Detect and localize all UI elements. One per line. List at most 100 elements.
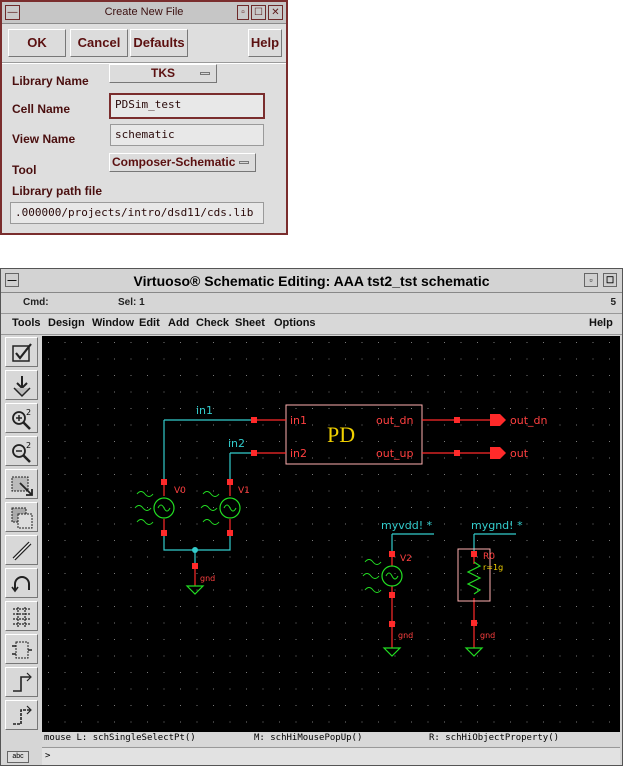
- mouse-right-binding: R: schHiObjectProperty(): [429, 733, 560, 743]
- tool-value: Composer-Schematic: [112, 155, 236, 169]
- gnd-label-0: gnd: [200, 574, 215, 583]
- cell-name-field[interactable]: PDSim_test: [109, 93, 265, 119]
- library-path-label: Library path file: [12, 184, 103, 198]
- descend-tool[interactable]: [5, 370, 38, 400]
- schematic-editor-window: — Virtuoso® Schematic Editing: AAA tst2_…: [0, 268, 623, 766]
- view-name-label: View Name: [12, 132, 76, 146]
- copy-icon: [11, 507, 33, 529]
- command-input[interactable]: >: [42, 747, 620, 765]
- source-v1[interactable]: V1: [200, 486, 250, 525]
- source-v1-label: V1: [238, 486, 250, 496]
- schematic-drawing[interactable]: PD in1 in2 out_dn out_up out_dn out in1 …: [42, 336, 620, 732]
- net-label-mygnd: mygnd! *: [471, 519, 523, 532]
- dialog-title: Create New File: [104, 6, 184, 18]
- pin-in1-label: in1: [290, 414, 307, 427]
- pin-stubs: [163, 419, 490, 648]
- close-icon[interactable]: ✕: [268, 5, 283, 20]
- defaults-button[interactable]: Defaults: [130, 29, 188, 57]
- property-tool[interactable]: [5, 601, 38, 631]
- view-name-field[interactable]: schematic: [110, 124, 264, 146]
- maximize-icon[interactable]: ☐: [603, 273, 617, 287]
- menu-options[interactable]: Options: [274, 317, 316, 329]
- wire-tool[interactable]: [5, 535, 38, 565]
- pin-in2-label: in2: [290, 447, 307, 460]
- out-pin-label: out: [510, 447, 529, 460]
- cancel-button[interactable]: Cancel: [70, 29, 128, 57]
- source-v0-label: V0: [174, 486, 186, 496]
- gnd-label-1: gnd: [398, 631, 413, 640]
- help-button[interactable]: Help: [248, 29, 282, 57]
- library-name-select[interactable]: TKS: [109, 64, 217, 83]
- label-icon: [13, 705, 32, 725]
- tool-label: Tool: [12, 163, 37, 177]
- check-save-tool[interactable]: [5, 337, 38, 367]
- window-menu-icon[interactable]: —: [5, 5, 20, 20]
- wire-icon: [12, 541, 32, 561]
- check-icon: [12, 343, 32, 362]
- menu-sheet[interactable]: Sheet: [235, 317, 265, 329]
- net-label-myvdd: myvdd! *: [381, 519, 433, 532]
- out-dn-pin[interactable]: [490, 414, 506, 426]
- library-name-value: TKS: [151, 66, 175, 80]
- abc-indicator: abc: [7, 751, 29, 763]
- descend-icon: [13, 376, 31, 398]
- source-v0[interactable]: V0: [134, 486, 186, 525]
- mouse-bindings-bar: mouse L: schSingleSelectPt() M: schHiMou…: [42, 732, 620, 746]
- menu-design[interactable]: Design: [48, 317, 85, 329]
- window-pin-icon[interactable]: ▫: [237, 5, 249, 20]
- zoom-in-icon: 2: [12, 408, 31, 430]
- tool-select[interactable]: Composer-Schematic: [109, 153, 256, 172]
- wire-bottom[interactable]: [163, 533, 231, 551]
- gnd-label-2: gnd: [480, 631, 495, 640]
- instance-tool[interactable]: [5, 634, 38, 664]
- source-v2-label: V2: [400, 554, 412, 564]
- cell-name-label: Cell Name: [12, 102, 71, 116]
- resistor-r0[interactable]: R0 r=1g: [457, 548, 503, 602]
- option-menu-icon: [239, 161, 249, 164]
- schematic-canvas[interactable]: PD in1 in2 out_dn out_up out_dn out in1 …: [42, 336, 620, 732]
- menu-check[interactable]: Check: [196, 317, 229, 329]
- svg-text:2: 2: [26, 408, 31, 417]
- zoom-out-icon: 2: [12, 441, 31, 463]
- dialog-title-bar: — Create New File ▫ ☐ ✕: [2, 2, 286, 24]
- window-menu-icon[interactable]: —: [5, 273, 19, 287]
- pin-icon: [13, 672, 32, 692]
- pd-block-name: PD: [327, 422, 355, 447]
- label-tool[interactable]: [5, 700, 38, 730]
- status-number: 5: [610, 297, 616, 308]
- selection-count: Sel: 1: [118, 297, 145, 308]
- source-v2[interactable]: V2: [362, 554, 412, 593]
- ground-symbols: [185, 585, 484, 657]
- copy-tool[interactable]: [5, 502, 38, 532]
- zoom-out-tool[interactable]: 2: [5, 436, 38, 466]
- svg-text:2: 2: [26, 441, 31, 450]
- mouse-left-binding: mouse L: schSingleSelectPt(): [44, 733, 196, 743]
- mouse-middle-binding: M: schHiMousePopUp(): [254, 733, 363, 743]
- resistor-name: R0: [483, 552, 495, 562]
- out-dn-pin-label: out_dn: [510, 414, 547, 427]
- window-pin-icon[interactable]: ▫: [584, 273, 598, 287]
- library-name-label: Library Name: [12, 74, 89, 88]
- pin-out-up-label: out_up: [376, 447, 413, 460]
- menu-add[interactable]: Add: [168, 317, 189, 329]
- resistor-value: r=1g: [483, 563, 503, 572]
- net-label-in1: in1: [196, 404, 213, 417]
- out-pin[interactable]: [490, 447, 506, 459]
- ok-button[interactable]: OK: [8, 29, 66, 57]
- dialog-button-row: OK Cancel Defaults Help: [8, 29, 282, 59]
- stretch-tool[interactable]: [5, 469, 38, 499]
- instance-icon: [12, 641, 32, 659]
- maximize-icon[interactable]: ☐: [251, 5, 266, 20]
- pin-tool[interactable]: [5, 667, 38, 697]
- zoom-in-tool[interactable]: 2: [5, 403, 38, 433]
- window-title-bar: — Virtuoso® Schematic Editing: AAA tst2_…: [1, 269, 622, 293]
- menu-tools[interactable]: Tools: [12, 317, 41, 329]
- library-path-field[interactable]: .000000/projects/intro/dsd11/cds.lib: [10, 202, 264, 224]
- option-menu-icon: [200, 72, 210, 75]
- undo-tool[interactable]: [5, 568, 38, 598]
- net-label-in2: in2: [228, 437, 245, 450]
- menu-help[interactable]: Help: [589, 317, 613, 329]
- undo-icon: [11, 576, 30, 593]
- menu-edit[interactable]: Edit: [139, 317, 160, 329]
- menu-window[interactable]: Window: [92, 317, 134, 329]
